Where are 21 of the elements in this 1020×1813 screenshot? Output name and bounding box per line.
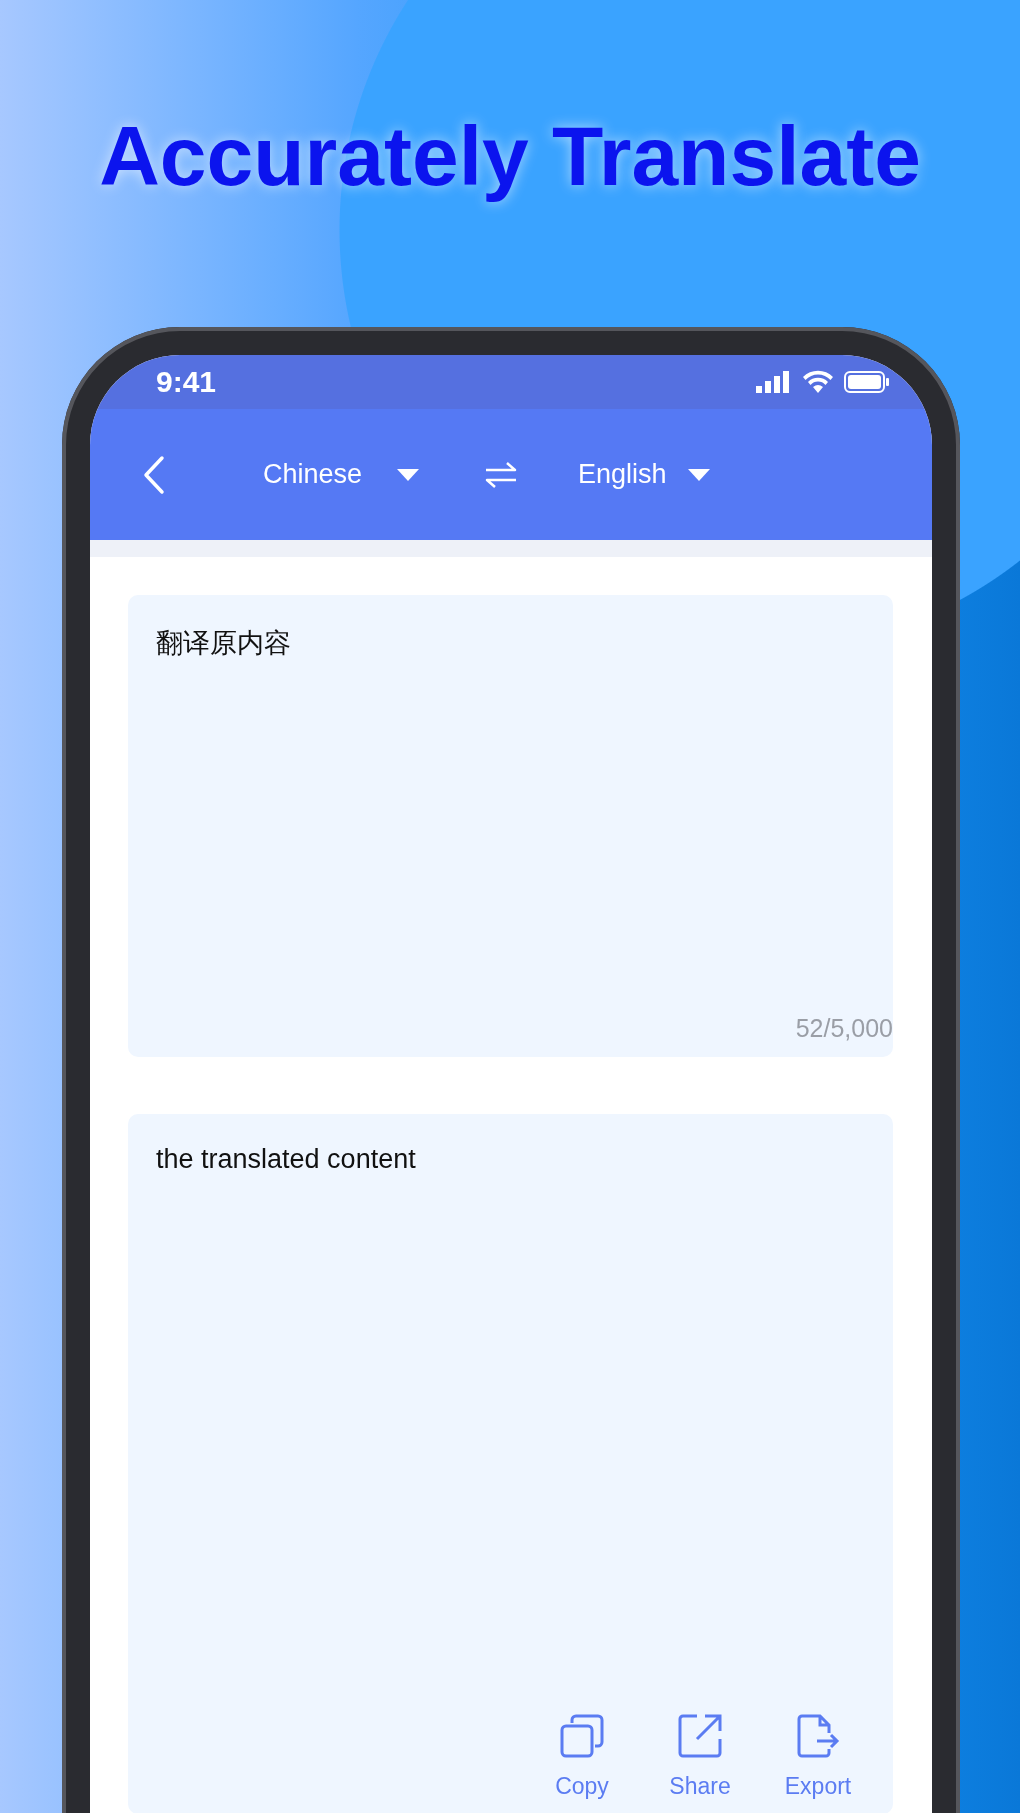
copy-icon bbox=[559, 1713, 605, 1759]
wifi-icon bbox=[802, 370, 834, 394]
share-icon bbox=[677, 1713, 723, 1759]
action-button[interactable]: Export bbox=[783, 1713, 853, 1800]
back-icon[interactable] bbox=[142, 454, 166, 495]
source-language-selector[interactable]: Chinese bbox=[259, 455, 425, 494]
target-language-selector[interactable]: English bbox=[574, 455, 715, 494]
action-button[interactable]: Copy bbox=[547, 1713, 617, 1800]
character-counter: 52/5,000 bbox=[795, 1014, 893, 1043]
action-button[interactable]: Share bbox=[665, 1713, 735, 1800]
translated-text: the translated content bbox=[156, 1144, 416, 1174]
document-export-icon bbox=[795, 1713, 841, 1759]
source-text-field[interactable]: 翻译原内容 52/5,000 bbox=[128, 595, 893, 1057]
caret-icon bbox=[686, 467, 711, 482]
headline: Accurately Translate bbox=[98, 108, 922, 205]
caret-icon bbox=[396, 467, 421, 482]
swap-icon[interactable] bbox=[484, 460, 519, 489]
signal-icon bbox=[756, 371, 792, 393]
status-time: 9:41 bbox=[156, 365, 217, 399]
source-text: 翻译原内容 bbox=[156, 628, 291, 658]
battery-icon bbox=[844, 371, 890, 393]
